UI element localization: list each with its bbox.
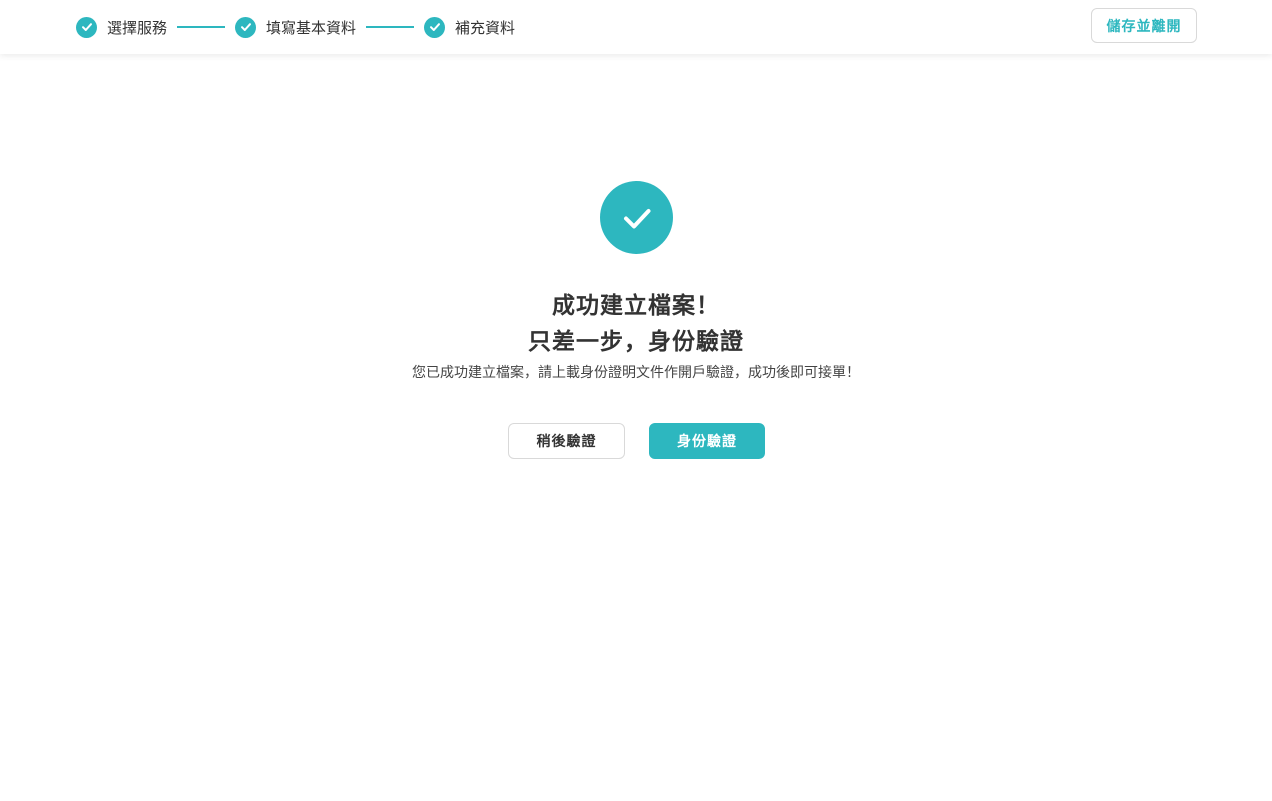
- identity-verify-button[interactable]: 身份驗證: [649, 423, 765, 459]
- check-circle-icon: [76, 16, 97, 38]
- top-bar: 選擇服務 填寫基本資料 補充資料 儲存並離開: [0, 0, 1272, 54]
- check-circle-icon: [424, 16, 446, 38]
- step-connector: [366, 26, 415, 28]
- step-label: 選擇服務: [107, 18, 168, 37]
- step-label: 填寫基本資料: [266, 18, 357, 37]
- step-connector: [177, 26, 226, 28]
- verify-later-button[interactable]: 稍後驗證: [508, 423, 625, 459]
- success-description: 您已成功建立檔案，請上載身份證明文件作開戶驗證，成功後即可接單！: [412, 365, 860, 381]
- success-check-icon: [600, 181, 673, 254]
- step-additional-info: 補充資料: [424, 16, 516, 38]
- success-subtitle: 只差一步，身份驗證: [528, 329, 744, 355]
- step-basic-info: 填寫基本資料: [235, 16, 357, 38]
- progress-steps: 選擇服務 填寫基本資料 補充資料: [76, 15, 515, 39]
- step-label: 補充資料: [455, 18, 516, 37]
- check-circle-icon: [235, 16, 257, 38]
- step-select-service: 選擇服務: [76, 16, 168, 38]
- success-title: 成功建立檔案！: [552, 293, 720, 319]
- save-and-exit-button[interactable]: 儲存並離開: [1091, 8, 1197, 43]
